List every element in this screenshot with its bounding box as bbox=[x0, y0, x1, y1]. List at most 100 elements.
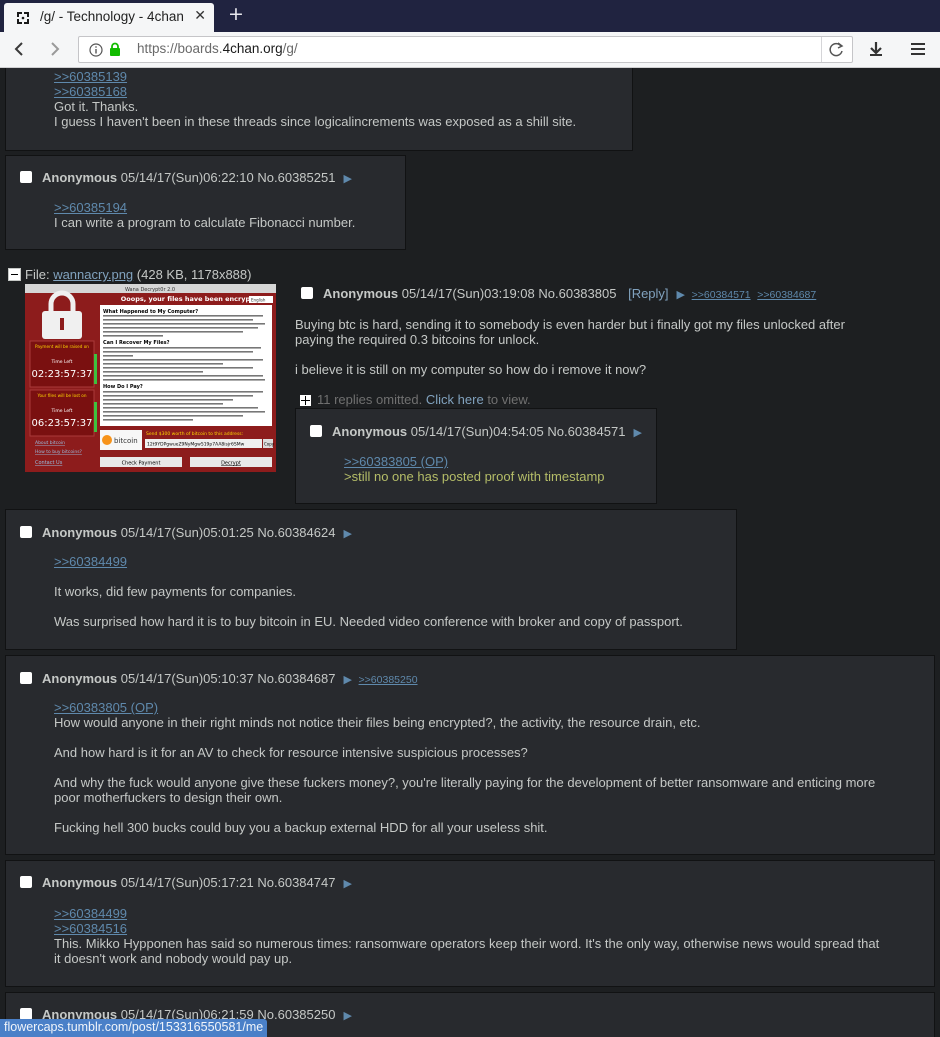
poster-name: Anonymous bbox=[323, 286, 399, 301]
post-text: it doesn't work and nobody would pay up. bbox=[54, 951, 293, 966]
thumb-decrypt: Decrypt bbox=[221, 461, 241, 467]
hide-thread-icon[interactable] bbox=[8, 268, 21, 281]
post-menu-arrow-icon[interactable]: ▶ bbox=[677, 288, 685, 301]
reply-post-60384687: Anonymous 05/14/17(Sun)05:10:37 No.60384… bbox=[5, 655, 935, 855]
tab-active[interactable]: /g/ - Technology - 4chan ✕ bbox=[4, 3, 214, 32]
address-bar[interactable]: https://boards.4chan.org/g/ bbox=[78, 36, 853, 63]
post-text: i believe it is still on my computer so … bbox=[295, 362, 647, 377]
menu-icon[interactable] bbox=[908, 39, 928, 59]
4chan-clover-icon bbox=[17, 12, 29, 24]
tab-title: /g/ - Technology - 4chan bbox=[40, 9, 184, 24]
post-menu-arrow-icon[interactable]: ▶ bbox=[633, 426, 641, 439]
greentext: >still no one has posted proof with time… bbox=[344, 469, 605, 484]
navigation-bar: https://boards.4chan.org/g/ bbox=[0, 32, 940, 68]
post-number[interactable]: No.60383805 bbox=[538, 286, 616, 301]
thumb-title: Wana Decrypt0r 2.0 bbox=[125, 287, 175, 293]
reply-post-60384571: Anonymous 05/14/17(Sun)04:54:05 No.60384… bbox=[295, 408, 657, 504]
tab-bar: /g/ - Technology - 4chan ✕ + bbox=[0, 0, 940, 32]
post-checkbox[interactable] bbox=[301, 287, 313, 299]
thumb-about: About bitcoin bbox=[35, 440, 65, 446]
post-number[interactable]: No.60384624 bbox=[257, 525, 335, 540]
post-text: How would anyone in their right minds no… bbox=[54, 715, 701, 730]
poster-name: Anonymous bbox=[332, 424, 408, 439]
omitted-suffix: to view. bbox=[487, 392, 531, 407]
thumb-timer2: 06:23:57:37 bbox=[31, 418, 92, 429]
poster-name: Anonymous bbox=[42, 875, 118, 890]
quote-link[interactable]: >>60384499 bbox=[54, 554, 683, 569]
thumb-q3: How Do I Pay? bbox=[103, 384, 143, 390]
op-header: Anonymous 05/14/17(Sun)03:19:08 No.60383… bbox=[301, 286, 816, 301]
post-menu-arrow-icon[interactable]: ▶ bbox=[343, 527, 351, 540]
post-menu-arrow-icon[interactable]: ▶ bbox=[343, 673, 351, 686]
lock-icon bbox=[110, 42, 120, 56]
backlink[interactable]: >>60384571 bbox=[692, 289, 751, 301]
quote-link[interactable]: >>60384499 bbox=[54, 906, 879, 921]
thumb-bitcoin: bitcoin bbox=[114, 437, 138, 445]
post-text: poor motherfuckers to design their own. bbox=[54, 790, 283, 805]
post-number[interactable]: No.60385250 bbox=[257, 1007, 335, 1022]
post-checkbox[interactable] bbox=[20, 672, 32, 684]
wannacry-screenshot-image: Wana Decrypt0r 2.0 Ooops, your files hav… bbox=[25, 284, 276, 472]
thumb-how-buy: How to buy bitcoins? bbox=[35, 449, 83, 455]
post-text: Buying btc is hard, sending it to somebo… bbox=[295, 317, 845, 332]
post-datetime: 05/14/17(Sun)05:17:21 bbox=[120, 875, 254, 890]
thumb-q2: Can I Recover My Files? bbox=[103, 340, 170, 346]
quote-link[interactable]: >>60383805 (OP) bbox=[54, 700, 875, 715]
post-checkbox[interactable] bbox=[20, 171, 32, 183]
thumb-contact: Contact Us bbox=[35, 460, 63, 466]
quote-link[interactable]: >>60384516 bbox=[54, 921, 879, 936]
info-icon[interactable] bbox=[89, 43, 103, 57]
status-link-preview: flowercaps.tumblr.com/post/153316550581/… bbox=[0, 1019, 268, 1037]
post-checkbox[interactable] bbox=[310, 425, 322, 437]
quote-link[interactable]: >>60385168 bbox=[54, 84, 576, 99]
post-text: This. Mikko Hypponen has said so numerou… bbox=[54, 936, 880, 951]
file-label: File: bbox=[25, 267, 50, 282]
url-text: https://boards.4chan.org/g/ bbox=[137, 41, 298, 56]
reply-post-60384747: Anonymous 05/14/17(Sun)05:17:21 No.60384… bbox=[5, 860, 935, 987]
thumb-check: Check Payment bbox=[122, 461, 161, 467]
new-tab-button[interactable]: + bbox=[228, 3, 244, 25]
post-datetime: 05/14/17(Sun)03:19:08 bbox=[401, 286, 535, 301]
post-text: Fucking hell 300 bucks could buy you a b… bbox=[54, 820, 548, 835]
thumb-raised: Payment will be raised on bbox=[35, 344, 89, 349]
quote-link[interactable]: >>60383805 (OP) bbox=[344, 454, 605, 469]
close-tab-icon[interactable]: ✕ bbox=[194, 8, 206, 24]
reply-post-60385251: Anonymous 05/14/17(Sun)06:22:10 No.60385… bbox=[5, 155, 406, 250]
quote-link[interactable]: >>60385194 bbox=[54, 200, 355, 215]
post-number[interactable]: No.60384571 bbox=[547, 424, 625, 439]
post-menu-arrow-icon[interactable]: ▶ bbox=[343, 1009, 351, 1022]
post-menu-arrow-icon[interactable]: ▶ bbox=[343, 877, 351, 890]
thumb-time-left: Time Left bbox=[51, 359, 73, 365]
post-checkbox[interactable] bbox=[20, 526, 32, 538]
click-here-link[interactable]: Click here bbox=[426, 392, 484, 407]
thumb-send: Send $300 worth of bitcoin to this addre… bbox=[146, 431, 243, 437]
post-number[interactable]: No.60384747 bbox=[257, 875, 335, 890]
back-icon[interactable] bbox=[10, 39, 30, 59]
post-number[interactable]: No.60385251 bbox=[257, 170, 335, 185]
backlink[interactable]: >>60385250 bbox=[359, 674, 418, 686]
thumb-address: 12t9YDPgwueZ9NyMgw519p7AA8isjr6SMw bbox=[147, 442, 245, 448]
post-text: Was surprised how hard it is to buy bitc… bbox=[54, 614, 683, 629]
omitted-count: 11 replies omitted. bbox=[317, 392, 423, 407]
poster-name: Anonymous bbox=[42, 671, 118, 686]
forward-icon[interactable] bbox=[44, 39, 64, 59]
downloads-icon[interactable] bbox=[866, 39, 886, 59]
post-text: I can write a program to calculate Fibon… bbox=[54, 215, 356, 230]
post-checkbox[interactable] bbox=[20, 876, 32, 888]
post-text: And why the fuck would anyone give these… bbox=[54, 775, 876, 790]
op-image-thumbnail[interactable]: Wana Decrypt0r 2.0 Ooops, your files hav… bbox=[25, 284, 276, 472]
reload-button[interactable] bbox=[821, 37, 852, 62]
post-menu-arrow-icon[interactable]: ▶ bbox=[343, 172, 351, 185]
quote-link[interactable]: >>60385139 bbox=[54, 69, 576, 84]
thumb-headline: Ooops, your files have been encrypted! bbox=[121, 295, 266, 303]
file-link[interactable]: wannacry.png bbox=[53, 267, 133, 282]
backlink[interactable]: >>60384687 bbox=[757, 289, 816, 301]
op-file-info: File: wannacry.png (428 KB, 1178x888) bbox=[8, 267, 251, 282]
post-text: It works, did few payments for companies… bbox=[54, 584, 297, 599]
thread-page: >>60385139 >>60385168 Got it. Thanks. I … bbox=[0, 68, 940, 1037]
post-number[interactable]: No.60384687 bbox=[257, 671, 335, 686]
post-datetime: 05/14/17(Sun)04:54:05 bbox=[410, 424, 544, 439]
reply-link[interactable]: [Reply] bbox=[628, 286, 668, 301]
omitted-replies: 11 replies omitted. Click here to view. bbox=[300, 392, 531, 407]
expand-thread-icon[interactable] bbox=[300, 395, 311, 406]
